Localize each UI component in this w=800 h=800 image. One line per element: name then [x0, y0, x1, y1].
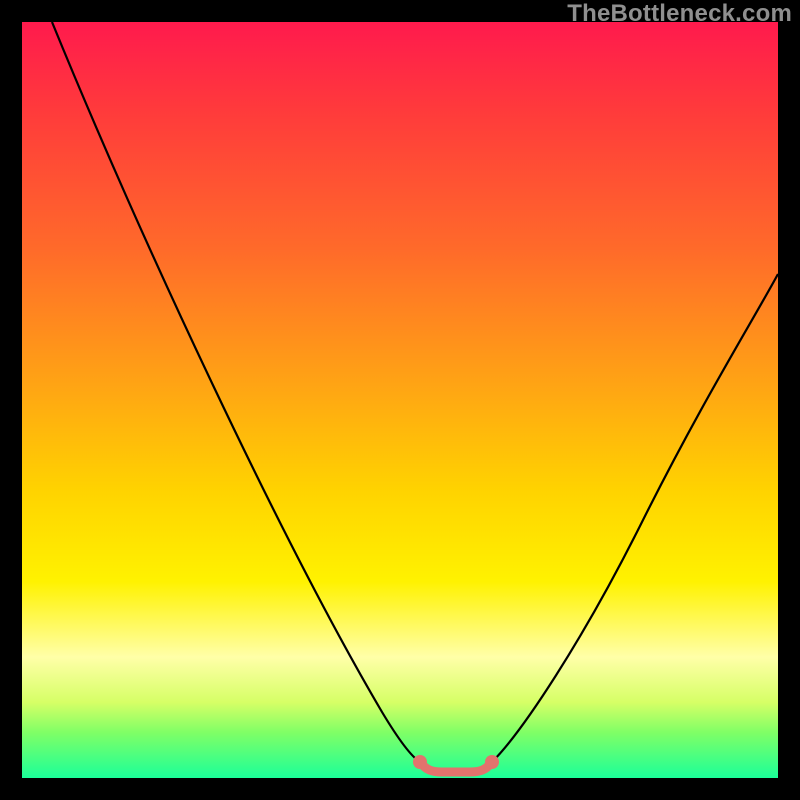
marker-right — [485, 755, 499, 769]
chart-svg — [22, 22, 778, 778]
left-curve — [52, 22, 420, 762]
chart-frame: TheBottleneck.com — [0, 0, 800, 800]
right-curve — [492, 274, 778, 762]
marker-left — [413, 755, 427, 769]
flat-segment — [420, 762, 492, 772]
